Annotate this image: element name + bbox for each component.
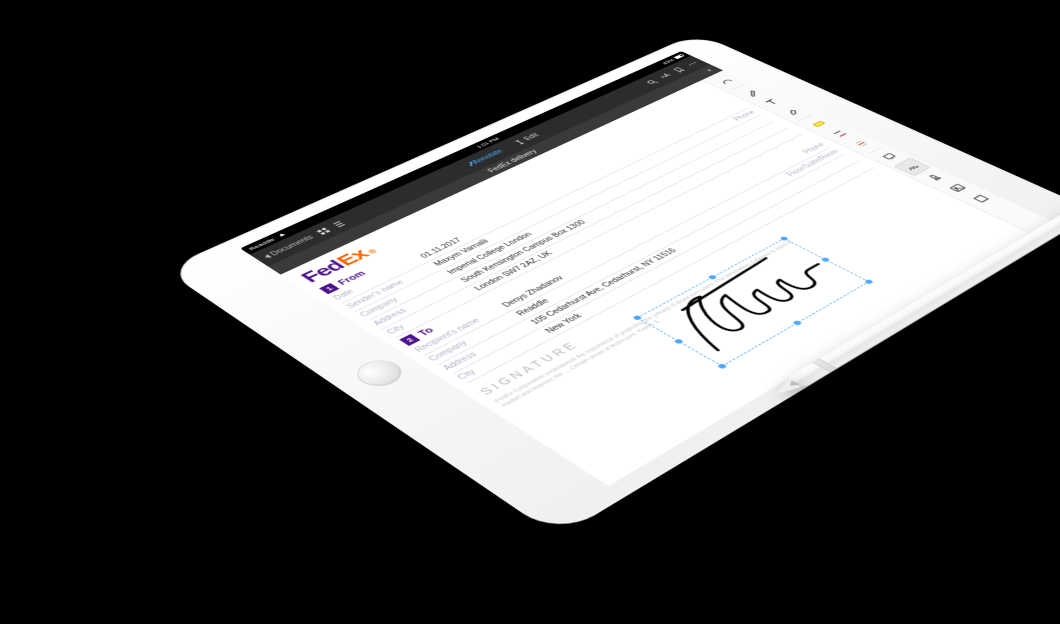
home-button[interactable]	[348, 355, 410, 391]
from-city-label: City	[385, 287, 480, 335]
close-icon[interactable]: ×	[704, 68, 716, 73]
pen-icon	[470, 162, 472, 166]
from-address-label: Address	[372, 279, 467, 327]
text-size-icon[interactable]: AA	[658, 73, 673, 80]
bookmark-icon[interactable]	[672, 66, 687, 73]
to-company-label: Company	[427, 312, 523, 362]
section-to-number: 2	[399, 334, 420, 346]
brand-part1: Fed	[295, 257, 350, 286]
to-address-label: Address	[442, 321, 538, 372]
signature-icon	[638, 239, 868, 366]
disclaimer-text: FedEx Corporation understands the import…	[493, 232, 816, 408]
from-sender-label: Sender's name	[345, 263, 440, 310]
document-page[interactable]: FedEx® 1 From Date01.11.2017 Sender's na…	[281, 80, 1032, 486]
from-date-label: Date	[332, 255, 426, 301]
grid-icon[interactable]	[315, 227, 332, 236]
outline-icon[interactable]	[330, 220, 347, 229]
screen: Readdle 1:01 PM 83% Documents	[240, 51, 1053, 486]
to-recipient-label: Recipient's name	[413, 304, 509, 354]
section-to-title: To	[416, 326, 437, 338]
tab-edit-label: Edit	[522, 132, 541, 141]
ipad-device: Readdle 1:01 PM 83% Documents	[163, 33, 1060, 537]
section-from-number: 1	[319, 283, 339, 294]
signature-selection[interactable]	[637, 238, 870, 366]
brand-part2: Ex	[331, 246, 374, 269]
from-company-label: Company	[358, 271, 453, 318]
carrier-label: Readdle	[247, 237, 276, 251]
more-icon[interactable]	[685, 60, 700, 67]
section-from-title: From	[335, 269, 368, 286]
chevron-left-icon	[263, 254, 272, 259]
brand-registered: ®	[367, 248, 380, 255]
search-icon[interactable]	[645, 79, 660, 86]
to-city-label: City	[456, 330, 552, 381]
